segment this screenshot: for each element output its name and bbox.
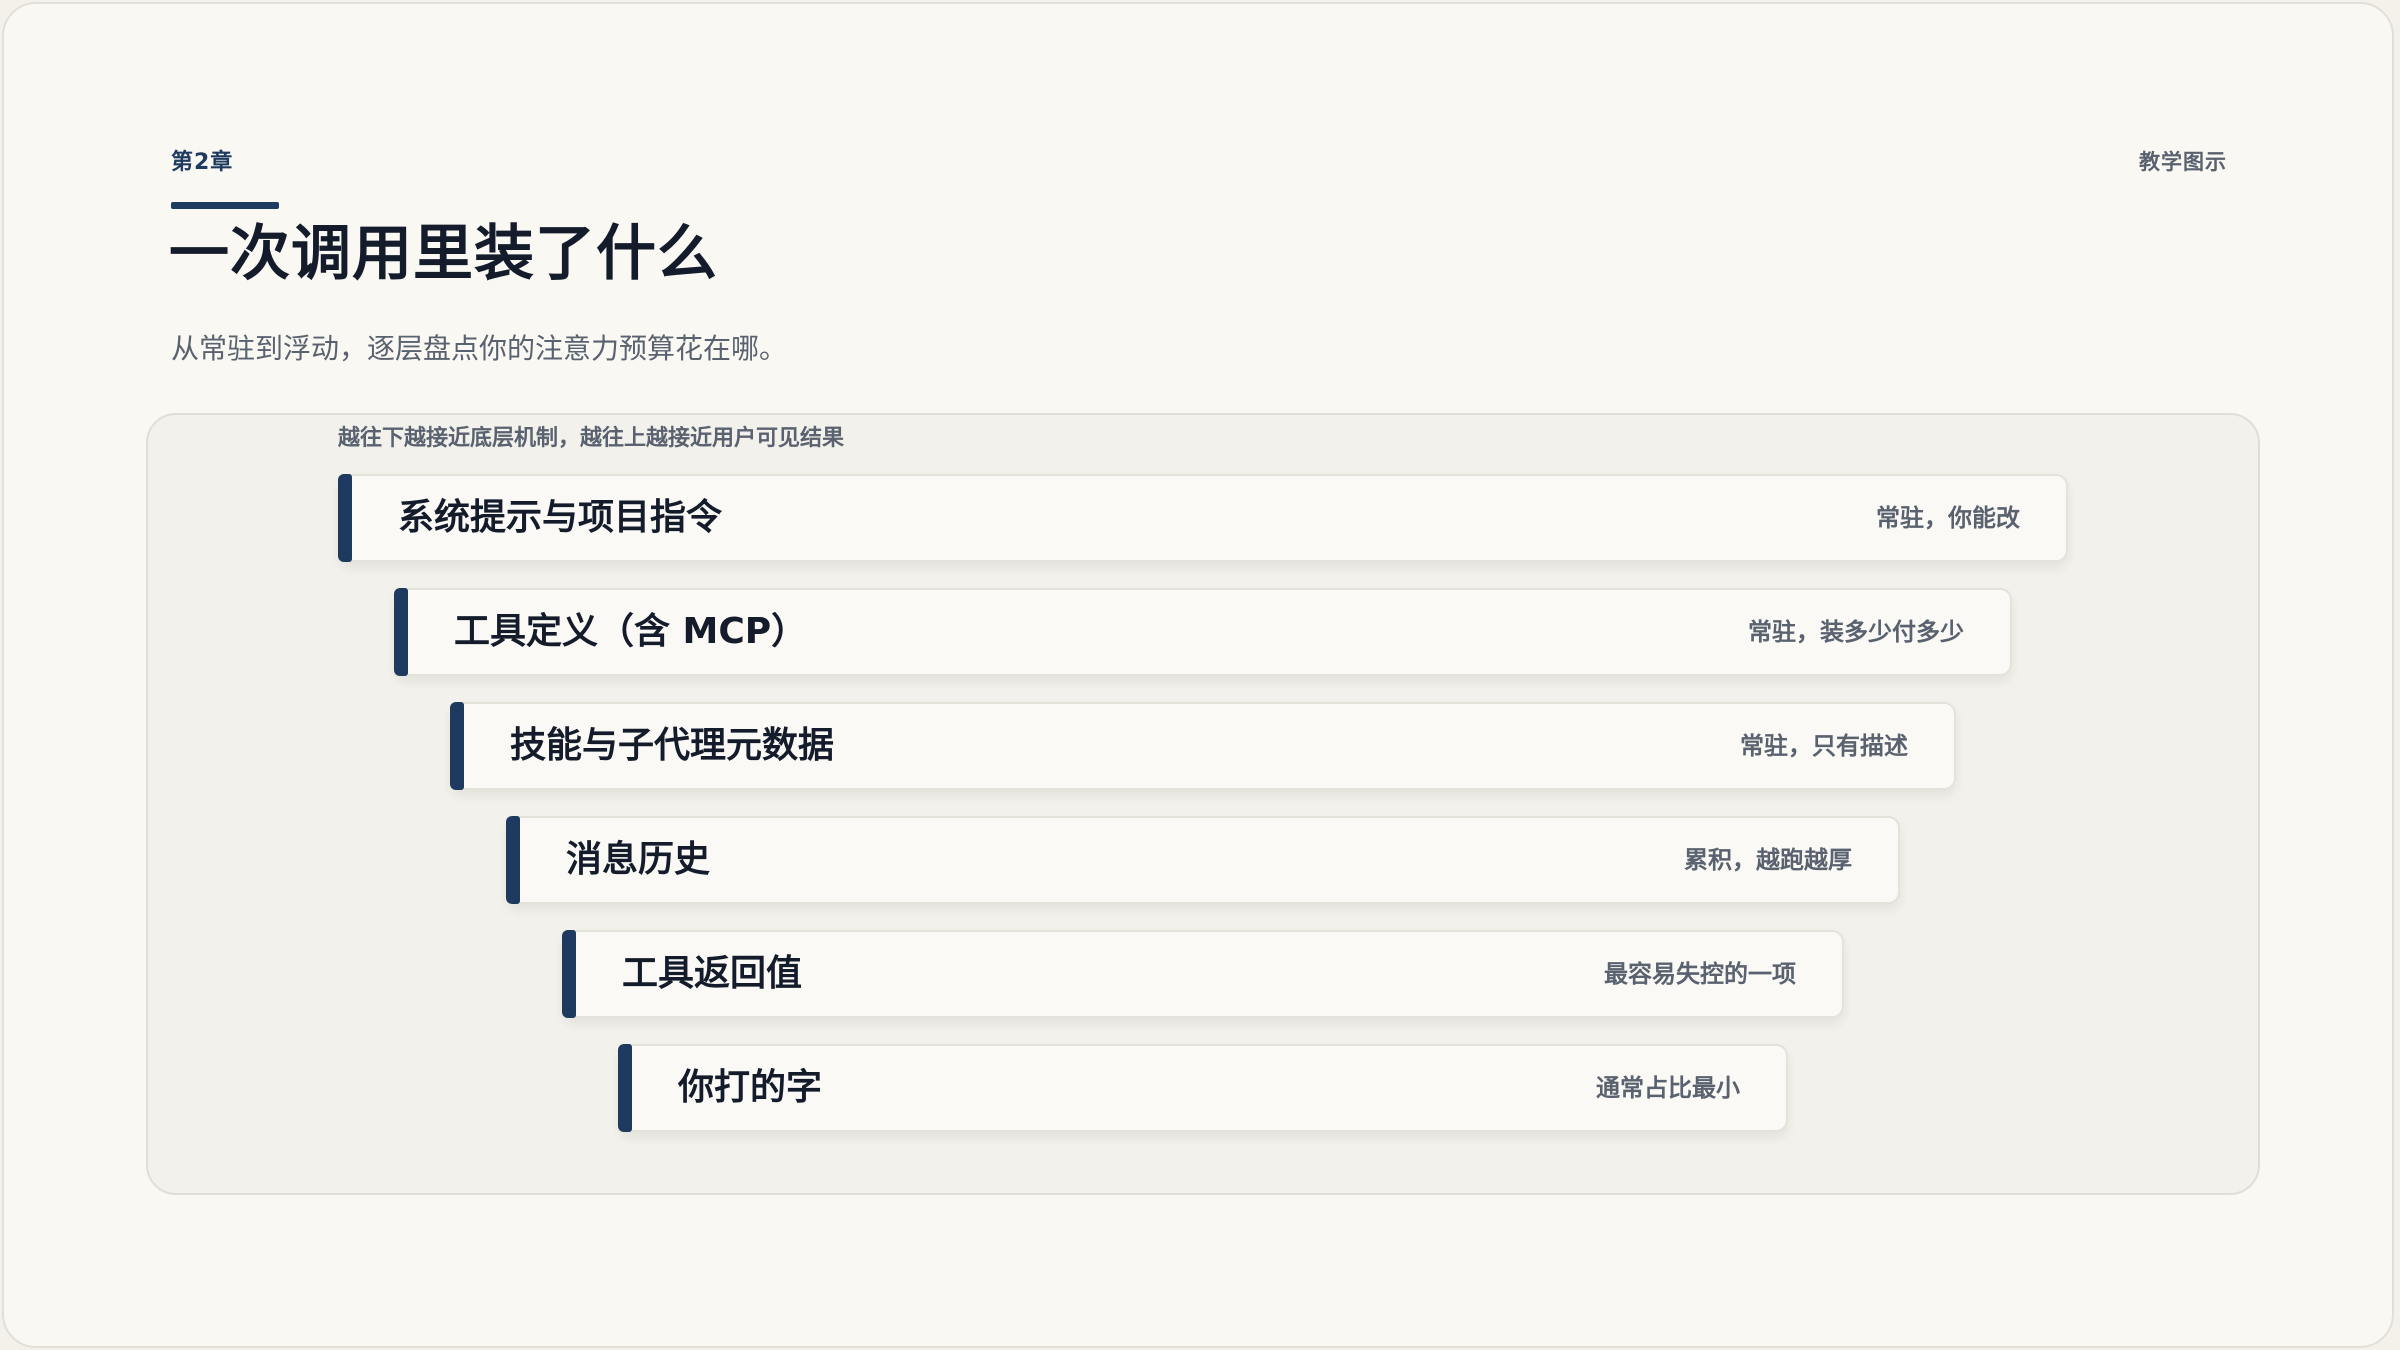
layer-name: 技能与子代理元数据 [510, 725, 835, 766]
diagram-caption: 越往下越接近底层机制，越往上越接近用户可见结果 [338, 426, 845, 451]
layer-accent-bar [618, 1044, 632, 1132]
page-title: 一次调用里装了什么 [169, 219, 718, 289]
layer-message-history: 消息历史 累积，越跑越厚 [506, 816, 1900, 904]
chapter-label: 第2章 [171, 150, 234, 175]
layer-note: 最容易失控的一项 [1604, 960, 1796, 988]
layer-name: 消息历史 [566, 839, 711, 880]
title-accent-rule [171, 202, 279, 209]
layer-name: 工具定义（含 MCP） [454, 611, 808, 652]
layer-skills-metadata: 技能与子代理元数据 常驻，只有描述 [450, 702, 1956, 790]
layer-accent-bar [506, 816, 520, 904]
layer-accent-bar [394, 588, 408, 676]
layer-name: 你打的字 [678, 1067, 823, 1108]
layer-note: 常驻，只有描述 [1740, 732, 1908, 760]
layer-note: 常驻，装多少付多少 [1748, 618, 1964, 646]
layer-note: 累积，越跑越厚 [1684, 846, 1852, 874]
layer-name: 系统提示与项目指令 [398, 497, 723, 538]
layer-note: 常驻，你能改 [1876, 504, 2020, 532]
layer-user-input: 你打的字 通常占比最小 [618, 1044, 1788, 1132]
layer-name: 工具返回值 [622, 953, 803, 994]
layer-accent-bar [562, 930, 576, 1018]
layer-note: 通常占比最小 [1596, 1074, 1740, 1102]
category-label: 教学图示 [2139, 150, 2227, 174]
layer-system-prompt: 系统提示与项目指令 常驻，你能改 [338, 474, 2068, 562]
layer-tool-definitions: 工具定义（含 MCP） 常驻，装多少付多少 [394, 588, 2012, 676]
layer-accent-bar [450, 702, 464, 790]
page-subtitle: 从常驻到浮动，逐层盘点你的注意力预算花在哪。 [171, 332, 788, 365]
layer-accent-bar [338, 474, 352, 562]
layer-tool-results: 工具返回值 最容易失控的一项 [562, 930, 1844, 1018]
slide: 第2章 教学图示 一次调用里装了什么 从常驻到浮动，逐层盘点你的注意力预算花在哪… [2, 2, 2394, 1348]
